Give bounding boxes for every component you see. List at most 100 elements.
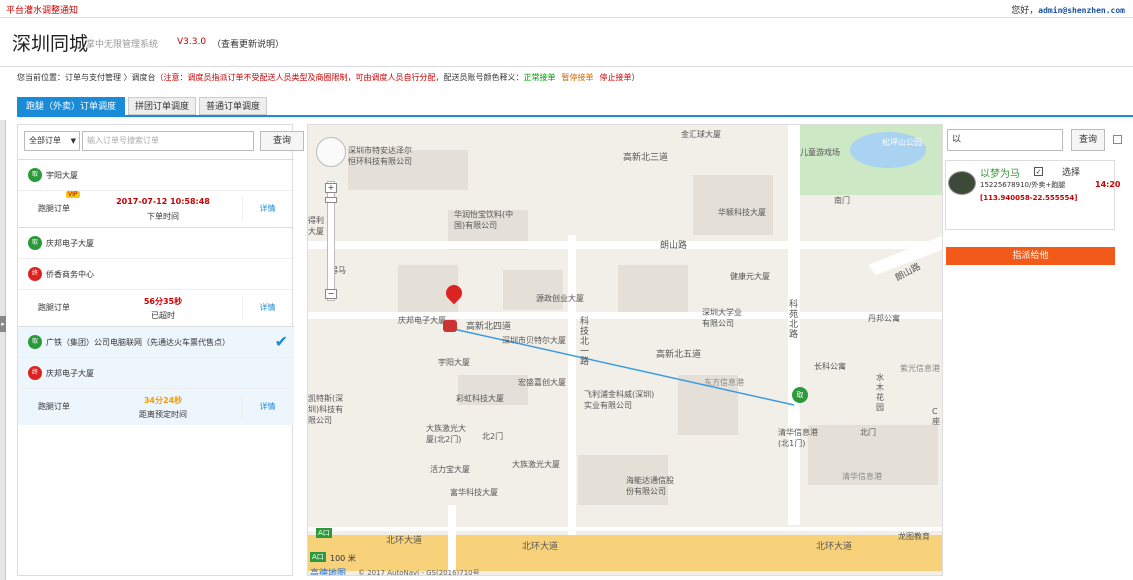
zoom-in-button[interactable]: +: [325, 183, 337, 193]
pickup-address: 取 广铁（集团）公司电脑联网（先通达火车票代售点） ✔: [18, 327, 294, 358]
dropoff-pin-icon: 终: [28, 267, 42, 281]
poi-label: 清华信息港: [842, 472, 882, 481]
poi-label: 华润怡宝饮料(中国)有限公司: [454, 210, 514, 230]
map-copyright: © 2017 AutoNavi - GS(2016)710号: [358, 569, 480, 576]
poi-label: 紫光信息港: [900, 364, 940, 373]
order-card[interactable]: 取 宇阳大厦 跑腿订单 VIP 2017-07-12 10:58:48 下单时间…: [18, 159, 294, 227]
poi-label: 彩虹科技大厦: [456, 394, 504, 403]
pickup-pin-icon: 取: [28, 168, 42, 182]
zoom-out-button[interactable]: −: [325, 289, 337, 299]
breadcrumb: 您当前位置：订单与支付管理 〉调度台（注意：调度员指派订单不受配送人员类型及商圈…: [0, 66, 1133, 88]
top-bar: 平台灌水调整通知 您好，admin@shenzhen.com: [0, 0, 1133, 18]
road-label: 高新北三道: [623, 153, 669, 163]
poi-label: 丹邦公寓: [868, 314, 900, 323]
app-header: 深圳同城 掌中无限管理系统 V3.3.0 （查看更新说明）: [0, 19, 1133, 65]
dispatch-map[interactable]: 朗山路 朗山路 高新北三道 高新北四道 高新北五道 北环大道 北环大道 北环大道…: [307, 124, 943, 576]
poi-label: C座: [932, 407, 940, 426]
map-canvas[interactable]: [308, 125, 943, 576]
order-info: 跑腿订单 56分35秒 已超时 详情: [18, 290, 294, 326]
road-label: 科苑北路: [789, 300, 799, 340]
legend-stopped: 停止接单: [599, 73, 632, 82]
rider-coordinates: [113.940058-22.555554]: [980, 194, 1078, 202]
tab-errand-dispatch[interactable]: 跑腿（外卖）订单调度: [17, 97, 125, 115]
rider-avatar: [948, 171, 976, 195]
road-label: 高新北五道: [656, 350, 702, 360]
chevron-right-icon[interactable]: ▸: [0, 316, 6, 332]
dropoff-pin-icon: 终: [28, 366, 42, 380]
legend-paused: 暂停接单: [561, 73, 594, 82]
rider-select-label: 选择: [1062, 168, 1081, 178]
poi-label: 宇阳大厦: [438, 358, 470, 367]
poi-label: 金汇球大厦: [681, 130, 721, 139]
order-list: 取 宇阳大厦 跑腿订单 VIP 2017-07-12 10:58:48 下单时间…: [18, 159, 294, 425]
pickup-pin-icon: 取: [28, 236, 42, 250]
color-legend-label: 配送员账号颜色释义：: [443, 73, 524, 82]
zoom-handle[interactable]: [325, 197, 337, 203]
pickup-address: 取 庆邦电子大厦: [18, 228, 294, 259]
tab-bar: 跑腿（外卖）订单调度 拼团订单调度 普通订单调度: [17, 97, 1133, 117]
user-account[interactable]: admin@shenzhen.com: [1038, 6, 1125, 15]
poi-label: 儿童游戏场: [800, 148, 840, 157]
rider-name: 以梦为马: [980, 169, 1020, 180]
rider-map-marker-icon[interactable]: [443, 320, 457, 332]
poi-label: 飞利浦金科威(深圳)实业有限公司: [584, 390, 655, 410]
user-greeting: 您好，admin@shenzhen.com: [1011, 3, 1125, 16]
order-list-panel: 全部订单 ▼ 输入订单号搜索订单 查询 取 宇阳大厦 跑腿订单 VIP 2017-…: [17, 124, 304, 576]
dispatch-warning: （注意：调度员指派订单不受配送人员类型及商圈限制，可由调度人员自行分配，: [155, 73, 444, 82]
checkmark-icon: ✔: [274, 332, 288, 351]
assign-rider-button[interactable]: 指派给他: [946, 247, 1115, 265]
pickup-address-text: 庆邦电子大厦: [46, 239, 94, 248]
legend-normal: 正常接单: [523, 73, 556, 82]
app-version: V3.3.0: [177, 37, 207, 47]
rider-select-checkbox[interactable]: ✓: [1034, 167, 1043, 176]
sidebar-toggle[interactable]: ▸: [0, 120, 6, 580]
road: [568, 235, 576, 535]
pickup-address-text: 宇阳大厦: [46, 171, 78, 180]
order-detail-link[interactable]: 详情: [242, 296, 292, 320]
map-scale: 100 米: [330, 554, 356, 563]
rider-panel: 以 查询 以梦为马 ✓ 选择 15225678910/外卖+跑腿 14:20 […: [945, 124, 1133, 576]
poi-label: 松坪山公园: [882, 138, 922, 147]
order-card-selected[interactable]: 取 广铁（集团）公司电脑联网（先通达火车票代售点） ✔ 终 庆邦电子大厦 跑腿订…: [18, 326, 294, 425]
caret-down-icon: ▼: [70, 137, 76, 145]
road: [308, 527, 942, 531]
poi-label: 北门: [860, 428, 876, 437]
poi-label: 大族激光大厦: [512, 460, 560, 469]
dropoff-address: 终 庆邦电子大厦: [18, 358, 294, 389]
road-label: 科技北一路: [580, 317, 590, 367]
rider-search-button[interactable]: 查询: [1071, 129, 1105, 151]
rider-card[interactable]: 以梦为马 ✓ 选择 15225678910/外卖+跑腿 14:20 [113.9…: [945, 160, 1120, 265]
order-filter-select[interactable]: 全部订单 ▼: [24, 131, 80, 151]
dropoff-address-text: 庆邦电子大厦: [46, 369, 94, 378]
exit-badge: A口: [310, 552, 326, 562]
poi-label: 水木花园: [876, 373, 884, 412]
vip-badge: VIP: [66, 191, 80, 198]
platform-notice-link[interactable]: 平台灌水调整通知: [6, 3, 78, 16]
map-block: [693, 175, 773, 235]
poi-label: 活力宝大厦: [430, 465, 470, 474]
rider-filter-checkbox[interactable]: [1113, 135, 1122, 144]
tab-normal-dispatch[interactable]: 普通订单调度: [199, 97, 267, 115]
order-card[interactable]: 取 庆邦电子大厦 终 侨香商务中心 跑腿订单 56分35秒 已超时 详情: [18, 227, 294, 326]
remaining-time-value: 34分24秒: [143, 396, 183, 405]
map-block: [618, 265, 688, 315]
poi-label: 华颖科技大厦: [718, 208, 766, 217]
pickup-map-marker[interactable]: 取: [792, 387, 808, 403]
poi-label: 清华信息港(北1门): [778, 428, 818, 448]
poi-label: 龙图教育: [898, 532, 930, 541]
rider-search-input[interactable]: 以: [947, 129, 1063, 151]
poi-label: 健康元大厦: [730, 272, 770, 281]
road-label: 北环大道: [816, 542, 853, 552]
map-pan-control[interactable]: [316, 137, 346, 167]
rider-phone-type: 15225678910/外卖+跑腿: [980, 181, 1066, 189]
order-search-input[interactable]: 输入订单号搜索订单: [82, 131, 254, 151]
order-search-button[interactable]: 查询: [260, 131, 304, 151]
order-type: 跑腿订单: [38, 303, 70, 312]
order-detail-link[interactable]: 详情: [242, 395, 292, 419]
order-info: 跑腿订单 34分24秒 距离预定时间 详情: [18, 389, 294, 425]
update-notes-link[interactable]: （查看更新说明）: [212, 37, 284, 50]
road-label: 朗山路: [660, 241, 688, 251]
order-detail-link[interactable]: 详情: [242, 197, 292, 221]
overdue-label: 已超时: [151, 311, 175, 320]
tab-group-dispatch[interactable]: 拼团订单调度: [128, 97, 196, 115]
